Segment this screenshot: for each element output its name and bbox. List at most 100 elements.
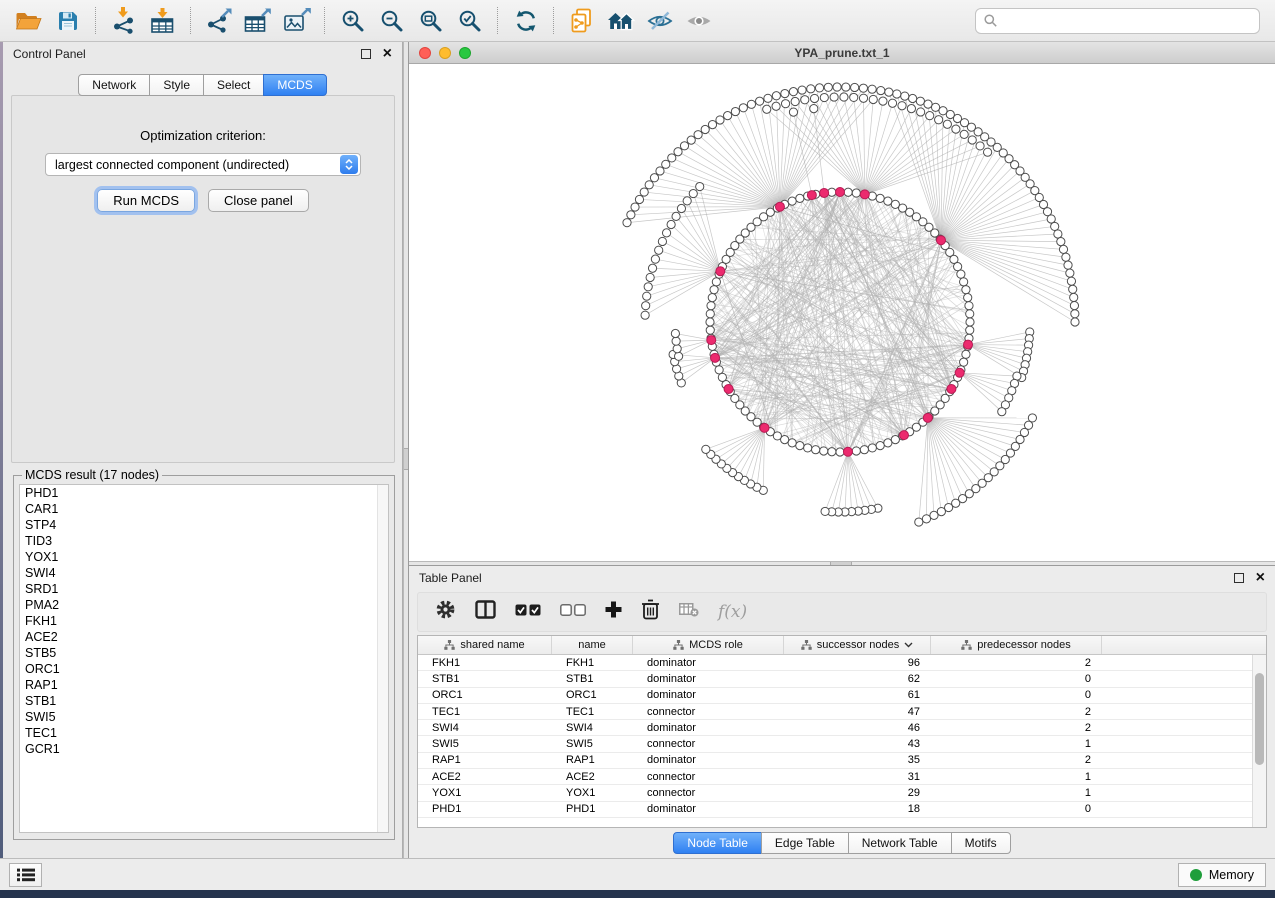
add-column-button[interactable]: [605, 601, 622, 623]
table-row[interactable]: PHD1PHD1dominator180: [418, 802, 1266, 818]
mcds-result-item[interactable]: ORC1: [20, 661, 388, 677]
deselect-all-button[interactable]: [560, 603, 586, 621]
window-zoom-icon[interactable]: [459, 47, 471, 59]
clone-network-button[interactable]: [563, 4, 600, 38]
mcds-result-item[interactable]: TEC1: [20, 725, 388, 741]
export-image-button[interactable]: [278, 4, 315, 38]
cell-name: RAP1: [552, 753, 633, 768]
task-history-button[interactable]: [9, 863, 42, 887]
zoom-fit-button[interactable]: [412, 4, 449, 38]
table-row[interactable]: SWI4SWI4dominator462: [418, 720, 1266, 736]
splitter-handle[interactable]: [404, 448, 408, 470]
column-header-successor-nodes[interactable]: successor nodes: [784, 636, 931, 654]
tab-mcds[interactable]: MCDS: [263, 74, 326, 96]
apply-layout-button[interactable]: [507, 4, 544, 38]
table-row[interactable]: TEC1TEC1connector472: [418, 704, 1266, 720]
cell-successor-nodes: 29: [784, 785, 931, 800]
table-row[interactable]: YOX1YOX1connector291: [418, 785, 1266, 801]
tree-icon: [444, 640, 455, 650]
tab-node-table[interactable]: Node Table: [673, 832, 762, 854]
tab-select[interactable]: Select: [203, 74, 264, 96]
mcds-result-item[interactable]: RAP1: [20, 677, 388, 693]
mcds-result-item[interactable]: SWI4: [20, 565, 388, 581]
table-row[interactable]: ACE2ACE2connector311: [418, 769, 1266, 785]
mcds-list-scrollbar[interactable]: [377, 485, 388, 832]
mcds-result-item[interactable]: STP4: [20, 517, 388, 533]
tab-motifs[interactable]: Motifs: [951, 832, 1011, 854]
open-file-button[interactable]: [10, 4, 47, 38]
save-floppy-icon: [57, 10, 79, 32]
hide-selected-button[interactable]: [641, 4, 678, 38]
column-header-MCDS-role[interactable]: MCDS role: [633, 636, 784, 654]
mcds-result-item[interactable]: YOX1: [20, 549, 388, 565]
first-neighbors-button[interactable]: [602, 4, 639, 38]
select-all-button[interactable]: [515, 603, 541, 621]
export-network-button[interactable]: [200, 4, 237, 38]
mcds-result-list[interactable]: PHD1CAR1STP4TID3YOX1SWI4SRD1PMA2FKH1ACE2…: [19, 484, 389, 833]
column-header-shared-name[interactable]: shared name: [418, 636, 552, 654]
mcds-result-item[interactable]: PHD1: [20, 485, 388, 501]
zoom-selected-button[interactable]: [451, 4, 488, 38]
column-panel-button[interactable]: [475, 600, 496, 624]
cell-name: ACE2: [552, 769, 633, 784]
window-close-icon[interactable]: [419, 47, 431, 59]
scrollbar-thumb[interactable]: [1255, 673, 1264, 765]
search-input[interactable]: [1003, 14, 1251, 28]
table-row[interactable]: STB1STB1dominator620: [418, 671, 1266, 687]
table-settings-button[interactable]: [435, 599, 456, 625]
export-table-button[interactable]: [239, 4, 276, 38]
table-scrollbar[interactable]: [1252, 655, 1266, 827]
table-row[interactable]: FKH1FKH1dominator962: [418, 655, 1266, 671]
column-header-predecessor-nodes[interactable]: predecessor nodes: [931, 636, 1102, 654]
float-panel-icon[interactable]: [1234, 573, 1244, 583]
cell-name: STB1: [552, 671, 633, 686]
mcds-result-item[interactable]: SWI5: [20, 709, 388, 725]
mcds-result-item[interactable]: FKH1: [20, 613, 388, 629]
table-row[interactable]: SWI5SWI5connector431: [418, 736, 1266, 752]
mcds-result-item[interactable]: STB1: [20, 693, 388, 709]
mcds-result-title: MCDS result (17 nodes): [22, 468, 162, 482]
delete-table-icon: [679, 603, 699, 617]
import-table-button[interactable]: [144, 4, 181, 38]
close-panel-icon[interactable]: ×: [383, 49, 392, 59]
toolbar-separator: [324, 7, 325, 34]
table-row[interactable]: ORC1ORC1dominator610: [418, 688, 1266, 704]
tab-network[interactable]: Network: [78, 74, 150, 96]
run-mcds-button[interactable]: Run MCDS: [97, 189, 195, 212]
float-panel-icon[interactable]: [361, 49, 371, 59]
mcds-result-item[interactable]: SRD1: [20, 581, 388, 597]
tab-edge-table[interactable]: Edge Table: [761, 832, 849, 854]
mcds-result-item[interactable]: GCR1: [20, 741, 388, 757]
column-header-name[interactable]: name: [552, 636, 633, 654]
network-window-titlebar[interactable]: YPA_prune.txt_1: [409, 42, 1275, 64]
close-panel-button[interactable]: Close panel: [208, 189, 309, 212]
table-row[interactable]: RAP1RAP1dominator352: [418, 753, 1266, 769]
splitter-handle[interactable]: [830, 562, 852, 565]
function-builder-button[interactable]: f(x): [718, 602, 747, 622]
import-network-button[interactable]: [105, 4, 142, 38]
mcds-result-item[interactable]: STB5: [20, 645, 388, 661]
close-panel-icon[interactable]: ×: [1256, 573, 1265, 583]
window-minimize-icon[interactable]: [439, 47, 451, 59]
toolbar-separator: [95, 7, 96, 34]
network-canvas[interactable]: [409, 64, 1275, 561]
show-all-button[interactable]: [680, 4, 717, 38]
cell-filler: [1102, 753, 1266, 768]
mcds-result-item[interactable]: PMA2: [20, 597, 388, 613]
zoom-out-button[interactable]: [373, 4, 410, 38]
mcds-result-item[interactable]: CAR1: [20, 501, 388, 517]
search-field[interactable]: [975, 8, 1260, 34]
memory-button[interactable]: Memory: [1178, 863, 1266, 887]
tab-style[interactable]: Style: [149, 74, 204, 96]
tab-network-table[interactable]: Network Table: [848, 832, 952, 854]
mcds-result-item[interactable]: ACE2: [20, 629, 388, 645]
delete-column-button[interactable]: [641, 599, 660, 625]
save-session-button[interactable]: [49, 4, 86, 38]
mcds-result-item[interactable]: TID3: [20, 533, 388, 549]
delete-table-button[interactable]: [679, 603, 699, 622]
table-toolbar: f(x): [417, 592, 1267, 632]
zoom-in-button[interactable]: [334, 4, 371, 38]
network-graph[interactable]: [409, 64, 1275, 561]
cell-name: PHD1: [552, 802, 633, 817]
criterion-select[interactable]: largest connected component (undirected): [45, 153, 361, 176]
